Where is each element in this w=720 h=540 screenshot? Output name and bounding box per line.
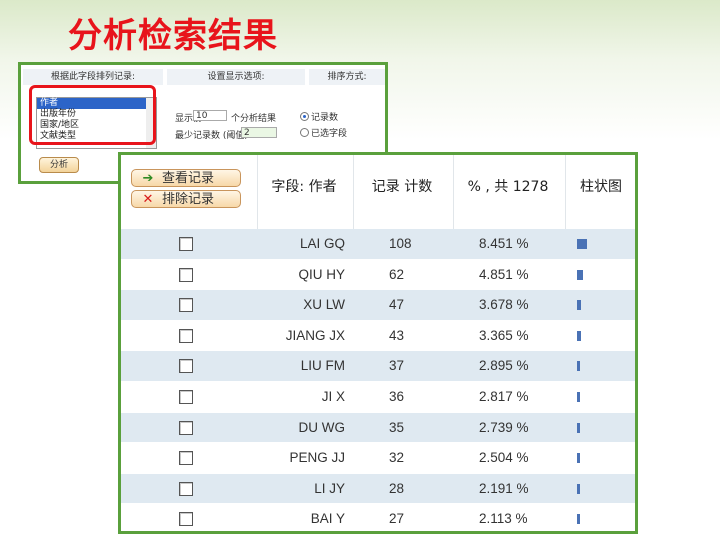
show-top-suffix: 个分析结果 bbox=[231, 114, 277, 124]
bar-mark bbox=[577, 514, 580, 525]
author-name: JI X bbox=[321, 388, 345, 404]
show-top-select[interactable]: 10 bbox=[193, 110, 227, 121]
sort-count-label: 记录数 bbox=[311, 113, 339, 123]
slide-title: 分析检索结果 bbox=[68, 16, 278, 56]
row-checkbox[interactable] bbox=[179, 451, 193, 466]
record-percent: 3.678 % bbox=[479, 297, 529, 313]
row-checkbox[interactable] bbox=[179, 420, 193, 435]
exclude-records-button[interactable]: ✕ 排除记录 bbox=[131, 190, 241, 208]
bar-mark bbox=[577, 422, 580, 433]
column-header-bar: 柱状图 bbox=[565, 155, 635, 229]
author-name: LI JY bbox=[314, 480, 345, 496]
sort-count-radio[interactable] bbox=[300, 112, 309, 121]
author-name: XU LW bbox=[303, 297, 345, 313]
bar-mark bbox=[577, 361, 580, 372]
table-row: XU LW 47 3.678 % bbox=[121, 290, 635, 321]
column-header-field: 字段: 作者 bbox=[257, 155, 350, 229]
row-checkbox[interactable] bbox=[179, 389, 193, 404]
arrow-right-icon: ➔ bbox=[142, 171, 154, 186]
table-header: ➔ 查看记录 ✕ 排除记录 字段: 作者 记录 计数 % , 共 1278 柱状图 bbox=[121, 155, 635, 229]
table-row: QIU HY 62 4.851 % bbox=[121, 259, 635, 291]
row-checkbox[interactable] bbox=[179, 267, 193, 282]
record-percent: 2.191 % bbox=[479, 480, 529, 496]
analyze-button[interactable]: 分析 bbox=[39, 157, 79, 173]
table-row: PENG JJ 32 2.504 % bbox=[121, 443, 635, 474]
table-row: JI X 36 2.817 % bbox=[121, 381, 635, 413]
min-count-label: 最少记录数 (阈值): bbox=[175, 131, 251, 141]
record-count: 36 bbox=[389, 388, 405, 404]
table-row: LIU FM 37 2.895 % bbox=[121, 351, 635, 382]
bar-mark bbox=[577, 483, 580, 494]
record-percent: 2.895 % bbox=[479, 358, 529, 374]
min-count-input[interactable]: 2 bbox=[241, 127, 277, 138]
table-row: DU WG 35 2.739 % bbox=[121, 412, 635, 444]
bar-mark bbox=[577, 330, 581, 341]
field-header: 根据此字段排列记录: bbox=[23, 69, 163, 85]
bar-mark bbox=[577, 453, 580, 464]
sort-field-radio[interactable] bbox=[300, 128, 309, 137]
bar-mark bbox=[577, 239, 587, 249]
table-row: JIANG JX 43 3.365 % bbox=[121, 320, 635, 352]
sort-field-label: 已选字段 bbox=[311, 129, 348, 139]
author-name: DU WG bbox=[298, 419, 346, 435]
record-count: 32 bbox=[389, 450, 405, 466]
author-name: PENG JJ bbox=[289, 450, 345, 466]
author-name: QIU HY bbox=[298, 266, 345, 282]
record-percent: 2.504 % bbox=[479, 450, 529, 466]
record-count: 35 bbox=[389, 419, 405, 435]
display-options-header: 设置显示选项: bbox=[167, 69, 305, 85]
author-name: BAI Y bbox=[310, 511, 345, 527]
record-count: 28 bbox=[389, 480, 405, 496]
table-row: BAI Y 27 2.113 % bbox=[121, 504, 635, 531]
record-percent: 2.739 % bbox=[479, 419, 529, 435]
author-name: JIANG JX bbox=[285, 327, 345, 343]
row-checkbox[interactable] bbox=[179, 359, 193, 374]
row-checkbox[interactable] bbox=[179, 512, 193, 527]
author-name: LIU FM bbox=[300, 358, 345, 374]
bar-mark bbox=[577, 300, 581, 311]
row-checkbox[interactable] bbox=[179, 298, 193, 313]
bar-mark bbox=[577, 391, 580, 402]
record-count: 108 bbox=[389, 236, 412, 251]
exclude-records-label: 排除记录 bbox=[162, 192, 215, 207]
row-checkbox[interactable] bbox=[179, 481, 193, 496]
results-table: LAI GQ 108 8.451 % QIU HY 62 4.851 % XU … bbox=[121, 229, 635, 531]
column-header-count: 记录 计数 bbox=[353, 155, 450, 229]
author-name: LAI GQ bbox=[299, 236, 345, 251]
record-count: 37 bbox=[389, 358, 405, 374]
table-row: LAI GQ 108 8.451 % bbox=[121, 229, 635, 260]
record-count: 62 bbox=[389, 266, 405, 282]
results-panel: ➔ 查看记录 ✕ 排除记录 字段: 作者 记录 计数 % , 共 1278 柱状图 … bbox=[118, 152, 638, 534]
record-count: 27 bbox=[389, 511, 405, 527]
row-checkbox[interactable] bbox=[179, 328, 193, 343]
record-percent: 2.113 % bbox=[479, 511, 528, 527]
row-checkbox[interactable] bbox=[179, 237, 193, 251]
bar-mark bbox=[577, 269, 583, 280]
sort-header: 排序方式: bbox=[309, 69, 385, 85]
record-percent: 3.365 % bbox=[479, 327, 529, 343]
column-header-percent: % , 共 1278 bbox=[453, 155, 562, 229]
table-row: LI JY 28 2.191 % bbox=[121, 473, 635, 505]
record-count: 43 bbox=[389, 327, 405, 343]
view-records-label: 查看记录 bbox=[162, 171, 215, 186]
view-records-button[interactable]: ➔ 查看记录 bbox=[131, 169, 241, 187]
record-percent: 2.817 % bbox=[479, 388, 529, 404]
close-icon: ✕ bbox=[142, 192, 154, 207]
record-percent: 4.851 % bbox=[479, 266, 529, 282]
highlight-box bbox=[29, 85, 156, 145]
record-count: 47 bbox=[389, 297, 405, 313]
record-percent: 8.451 % bbox=[479, 236, 529, 251]
